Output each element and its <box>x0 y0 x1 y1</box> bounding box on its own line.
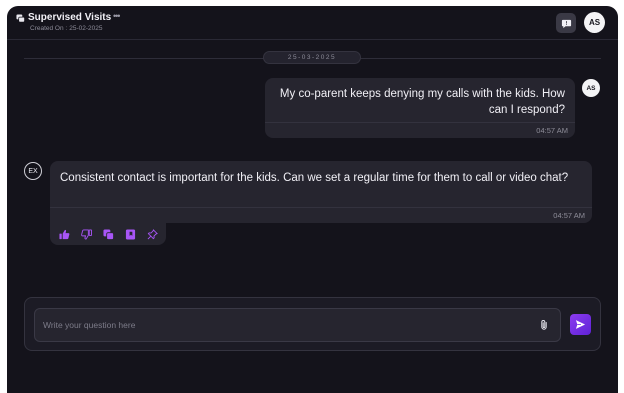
thumbs-up-button[interactable] <box>58 228 70 240</box>
feedback-button[interactable] <box>556 13 576 33</box>
chat-app: Supervised Visits ••• Created On :25-02-… <box>7 6 618 393</box>
user-message-avatar: AS <box>582 79 600 97</box>
thumbs-down-icon <box>80 228 92 240</box>
created-on-label: Created On : <box>30 25 68 32</box>
user-avatar[interactable]: AS <box>584 12 605 33</box>
message-divider <box>265 122 575 123</box>
bookmark-icon <box>125 228 135 240</box>
message-actions <box>50 223 166 245</box>
chat-bubbles-icon <box>16 14 25 23</box>
date-divider: 25-03-2025 <box>263 51 361 64</box>
question-input-wrapper <box>34 308 561 342</box>
send-button[interactable] <box>570 314 591 335</box>
user-message-bubble: My co-parent keeps denying my calls with… <box>265 78 575 138</box>
paperclip-icon[interactable] <box>538 319 550 331</box>
pin-icon <box>147 228 158 239</box>
send-icon <box>575 320 586 329</box>
thumbs-up-icon <box>58 229 69 239</box>
assistant-message-bubble: Consistent contact is important for the … <box>50 161 592 223</box>
more-options-icon[interactable]: ••• <box>113 11 121 21</box>
user-message-text: My co-parent keeps denying my calls with… <box>279 88 565 116</box>
assistant-message-time: 04:57 AM <box>553 211 585 220</box>
created-on-info: Created On :25-02-2025 <box>30 25 102 32</box>
chat-header: Supervised Visits ••• Created On :25-02-… <box>7 6 618 40</box>
user-message-time: 04:57 AM <box>536 126 568 135</box>
message-alert-icon <box>561 19 571 28</box>
pin-button[interactable] <box>146 228 158 240</box>
created-on-date: 25-02-2025 <box>69 25 103 32</box>
assistant-avatar: EX <box>24 162 42 180</box>
assistant-message-text: Consistent contact is important for the … <box>60 172 569 184</box>
question-input[interactable] <box>35 309 530 341</box>
page-title: Supervised Visits <box>28 12 112 23</box>
copy-icon <box>102 228 114 240</box>
thumbs-down-button[interactable] <box>80 228 92 240</box>
message-divider <box>50 207 592 208</box>
message-composer <box>24 297 601 351</box>
copy-button[interactable] <box>102 228 114 240</box>
bookmark-button[interactable] <box>124 228 136 240</box>
